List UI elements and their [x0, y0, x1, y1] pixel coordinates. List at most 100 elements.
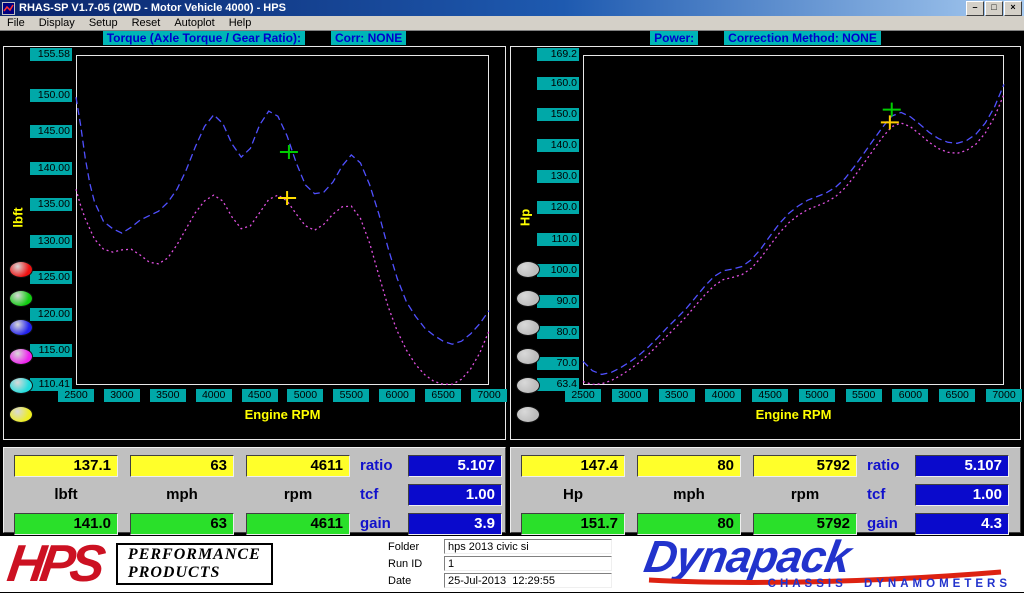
rpm-unit-label: rpm [753, 484, 857, 506]
torque-x-tick: 7000 [471, 389, 507, 402]
torque-y-tick: 135.00 [30, 198, 72, 211]
power-chart-panel: 169.2160.0150.0140.0130.0120.0110.0100.0… [510, 46, 1021, 440]
power-y-tick: 169.2 [537, 48, 579, 61]
power-plot-border [584, 56, 1004, 385]
tcf-value: 1.00 [915, 484, 1009, 506]
torque-run-select-button-1[interactable] [9, 261, 33, 278]
folder-input[interactable] [444, 539, 612, 554]
torque-x-tick: 5000 [287, 389, 323, 402]
power-cursor-green[interactable] [883, 103, 901, 117]
torque-x-tick: 6500 [425, 389, 461, 402]
dynapack-logo: Dynapack CHASSIS DYNAMOMETERS [645, 536, 1017, 592]
power-y-tick: 160.0 [537, 77, 579, 90]
torque-plot-border [77, 56, 489, 385]
power-run-magenta-curve [583, 94, 1004, 384]
power-run-select-button-3[interactable] [516, 319, 540, 336]
power-run-select-button-2[interactable] [516, 290, 540, 307]
torque-y-tick: 145.00 [30, 125, 72, 138]
torque-chart-panel: 155.58150.00145.00140.00135.00130.00125.… [3, 46, 506, 440]
torque-y-tick: 120.00 [30, 308, 72, 321]
folder-label: Folder [388, 541, 438, 553]
power-unit-label: Hp [521, 484, 625, 506]
power-x-tick: 3000 [612, 389, 648, 402]
speed-unit-label: mph [130, 484, 234, 506]
ratio-value: 5.107 [408, 455, 502, 477]
torque-y-axis-label: lbft [11, 198, 26, 238]
rpm-cursor-yellow-value: 5792 [753, 455, 857, 477]
torque-run-select-button-4[interactable] [9, 348, 33, 365]
power-chart-title: Power: [650, 31, 698, 45]
torque-plot-area[interactable] [76, 55, 489, 385]
power-run-select-button-4[interactable] [516, 348, 540, 365]
footer-bar: HPS PERFORMANCE PRODUCTS Folder Run ID D… [0, 536, 1024, 592]
torque-run-select-button-3[interactable] [9, 319, 33, 336]
power-y-tick: 80.0 [537, 326, 579, 339]
torque-unit-label: lbft [14, 484, 118, 506]
torque-x-tick: 4000 [196, 389, 232, 402]
torque-cursor-yellow-value: 137.1 [14, 455, 118, 477]
power-x-tick: 7000 [986, 389, 1022, 402]
power-x-axis-label: Engine RPM [734, 407, 854, 422]
menu-item-reset[interactable]: Reset [125, 16, 168, 31]
torque-run-select-button-2[interactable] [9, 290, 33, 307]
power-run-select-button-6[interactable] [516, 406, 540, 423]
power-y-tick: 90.0 [537, 295, 579, 308]
torque-x-tick: 4500 [242, 389, 278, 402]
run-id-input[interactable] [444, 556, 612, 571]
torque-run-select-button-5[interactable] [9, 377, 33, 394]
hps-performance-text: PERFORMANCE [128, 546, 261, 564]
maximize-button[interactable]: □ [985, 1, 1003, 16]
power-plot-area[interactable] [583, 55, 1004, 385]
power-run-blue-curve [583, 84, 1004, 374]
charts-region: Torque (Axle Torque / Gear Ratio): Corr:… [0, 31, 1024, 444]
power-y-tick: 100.0 [537, 264, 579, 277]
rpm-cursor-green-value: 4611 [246, 513, 350, 535]
power-run-select-button-5[interactable] [516, 377, 540, 394]
run-id-label: Run ID [388, 558, 438, 570]
torque-y-tick: 130.00 [30, 235, 72, 248]
power-run-select-button-1[interactable] [516, 261, 540, 278]
menu-item-setup[interactable]: Setup [82, 16, 125, 31]
torque-run-select-button-6[interactable] [9, 406, 33, 423]
torque-x-tick: 3500 [150, 389, 186, 402]
date-input[interactable] [444, 573, 612, 588]
torque-readout-panel: 137.1 63 4611 lbft mph rpm 141.0 63 4611… [3, 447, 506, 533]
speed-unit-label: mph [637, 484, 741, 506]
power-y-tick: 130.0 [537, 170, 579, 183]
torque-chart-title: Torque (Axle Torque / Gear Ratio): [103, 31, 305, 45]
power-y-tick: 140.0 [537, 139, 579, 152]
hps-products-text: PRODUCTS [128, 564, 261, 582]
window-title: RHAS-SP V1.7-05 (2WD - Motor Vehicle 400… [19, 2, 965, 14]
close-button[interactable]: × [1004, 1, 1022, 16]
power-readout-panel: 147.4 80 5792 Hp mph rpm 151.7 80 5792 r… [510, 447, 1021, 533]
power-x-tick: 3500 [659, 389, 695, 402]
torque-y-tick: 150.00 [30, 89, 72, 102]
torque-run-blue-curve [76, 97, 489, 344]
torque-cursor-yellow[interactable] [278, 191, 296, 205]
menu-bar: FileDisplaySetupResetAutoplotHelp [0, 16, 1024, 31]
menu-item-display[interactable]: Display [32, 16, 82, 31]
power-cursor-yellow[interactable] [881, 115, 899, 129]
date-label: Date [388, 575, 438, 587]
menu-item-file[interactable]: File [0, 16, 32, 31]
torque-x-tick: 3000 [104, 389, 140, 402]
ratio-label: ratio [360, 455, 406, 477]
torque-y-tick: 140.00 [30, 162, 72, 175]
speed-cursor-yellow-value: 80 [637, 455, 741, 477]
menu-item-autoplot[interactable]: Autoplot [167, 16, 221, 31]
torque-x-tick: 2500 [58, 389, 94, 402]
torque-x-tick: 5500 [333, 389, 369, 402]
minimize-button[interactable]: – [966, 1, 984, 16]
torque-y-tick: 155.58 [30, 48, 72, 61]
power-chart-header: Power: Correction Method: NONE [510, 31, 1021, 45]
tcf-label: tcf [360, 484, 406, 506]
menu-item-help[interactable]: Help [222, 16, 259, 31]
gain-value: 3.9 [408, 513, 502, 535]
power-x-tick: 6000 [892, 389, 928, 402]
power-x-tick: 2500 [565, 389, 601, 402]
power-cursor-green-value: 151.7 [521, 513, 625, 535]
ratio-label: ratio [867, 455, 913, 477]
torque-cursor-green[interactable] [280, 145, 298, 159]
power-cursor-yellow-value: 147.4 [521, 455, 625, 477]
run-info-form: Folder Run ID Date [388, 538, 628, 589]
